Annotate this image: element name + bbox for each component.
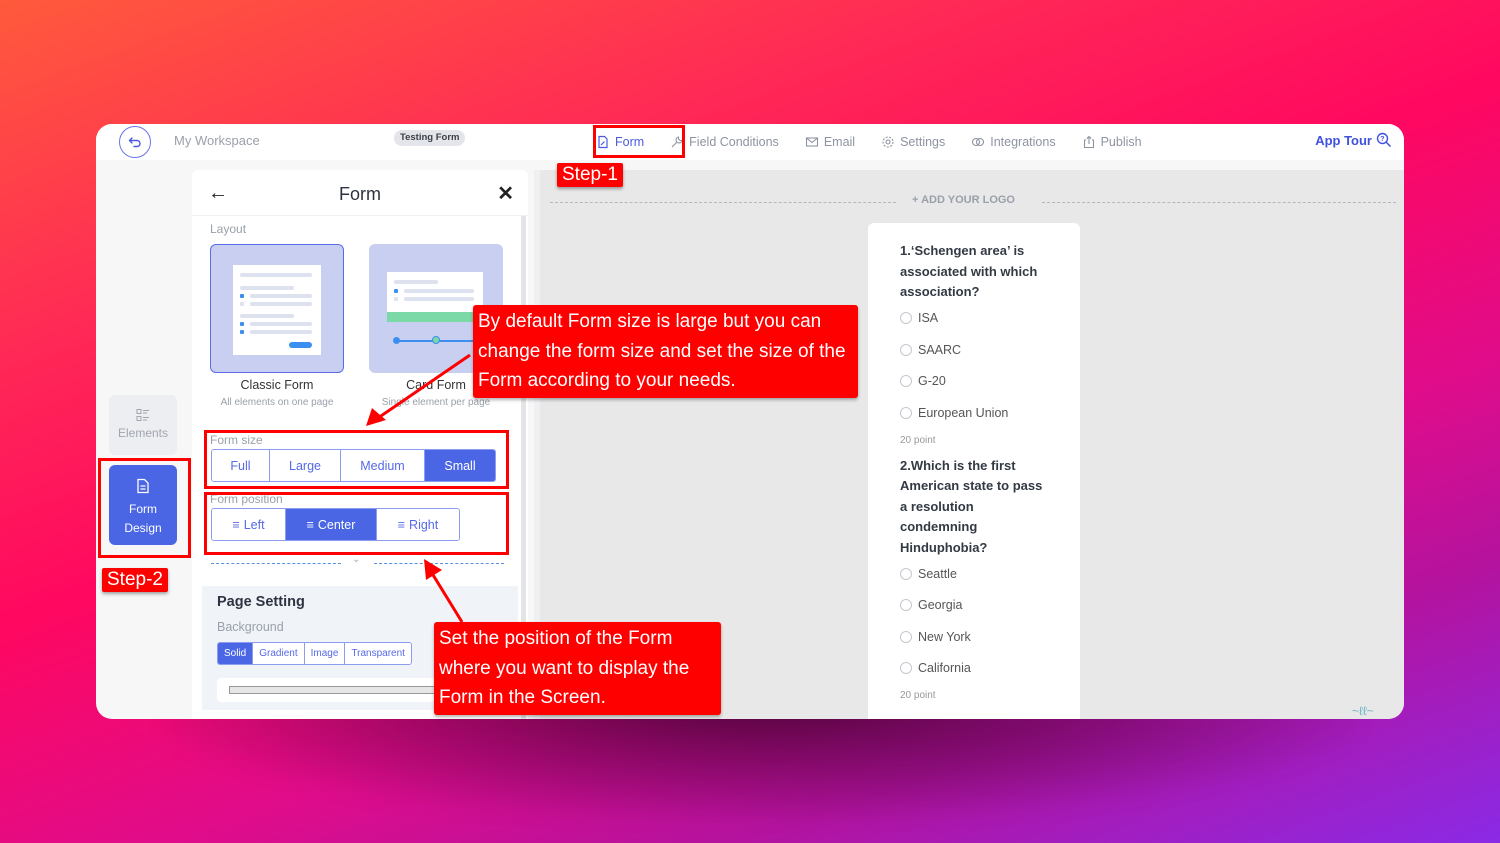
background-solid[interactable]: Solid [218, 643, 254, 664]
option-item[interactable]: ISA [900, 303, 1080, 335]
radio-icon[interactable] [900, 630, 912, 643]
background-color-swatch[interactable] [229, 686, 469, 694]
form-size-highlight-box [204, 430, 509, 489]
app-tour-label: App Tour [1315, 132, 1372, 148]
option-item[interactable]: Seattle [900, 558, 1080, 590]
background-gradient[interactable]: Gradient [253, 643, 305, 664]
option-label: European Union [918, 405, 1009, 420]
app-tour-button[interactable]: App Tour ? [1315, 132, 1392, 148]
nav-integrations[interactable]: Integrations [971, 135, 1056, 149]
option-item[interactable]: California [900, 653, 1080, 685]
step2-label: Step-2 [102, 568, 168, 592]
option-item[interactable]: New York [900, 621, 1080, 653]
nav-email[interactable]: Email [805, 135, 855, 149]
layout-desc-card: Single element per page [381, 397, 491, 408]
radio-icon[interactable] [900, 406, 912, 419]
step1-label: Step-1 [557, 163, 623, 187]
option-item[interactable]: Georgia [900, 590, 1080, 622]
logo-divider-right [1042, 202, 1396, 203]
form-position-highlight-box [204, 492, 509, 555]
option-item[interactable]: European Union [900, 397, 1080, 429]
background-label: Background [217, 620, 284, 634]
form-position-callout: Set the position of the Form where you w… [434, 622, 721, 715]
panel-title: Form [339, 184, 381, 204]
question-points: 20 point [900, 690, 936, 701]
option-label: G-20 [918, 374, 946, 389]
expand-chevron-icon[interactable]: ⌄ [352, 554, 360, 565]
layout-desc-classic: All elements on one page [220, 397, 334, 408]
option-label: California [918, 661, 971, 676]
layout-option-classic[interactable] [210, 244, 344, 373]
breadcrumb-workspace[interactable]: My Workspace [174, 133, 260, 148]
back-button[interactable] [119, 126, 151, 158]
logo-divider-left [550, 202, 896, 203]
radio-icon[interactable] [900, 567, 912, 580]
link-rings-icon [972, 137, 985, 147]
form-preview-card: 1.‘Schengen area’ is associated with whi… [868, 223, 1080, 719]
layout-name-classic: Classic Form [240, 378, 314, 392]
svg-text:?: ? [1380, 136, 1384, 143]
page-setting-title: Page Setting [217, 594, 305, 610]
radio-icon[interactable] [900, 375, 912, 388]
question-1: 1.‘Schengen area’ is associated with whi… [900, 241, 1080, 446]
nav-field-conditions[interactable]: Field Conditions [670, 135, 779, 149]
rail-elements-tab[interactable]: Elements [109, 395, 177, 455]
share-up-icon [1083, 135, 1094, 149]
nav-publish-label: Publish [1100, 135, 1142, 149]
background-image[interactable]: Image [304, 643, 346, 664]
nav-publish[interactable]: Publish [1082, 135, 1142, 149]
nav-field-conditions-label: Field Conditions [689, 135, 779, 149]
option-label: Seattle [918, 566, 957, 581]
nav-integrations-label: Integrations [990, 135, 1056, 149]
option-label: Georgia [918, 598, 963, 613]
layout-label: Layout [210, 222, 247, 236]
nav-email-label: Email [823, 135, 856, 149]
background-transparent[interactable]: Transparent [345, 643, 411, 664]
envelope-icon [805, 137, 818, 147]
question-2: 2.Which is the first American state to p… [900, 456, 1080, 701]
nav-settings[interactable]: Settings [881, 135, 945, 149]
card-form-illustration [387, 272, 483, 322]
question-title: 1.‘Schengen area’ is associated with whi… [900, 243, 1038, 299]
step1-highlight-box [593, 125, 685, 158]
option-label: SAARC [918, 342, 962, 357]
nav-settings-label: Settings [900, 135, 946, 149]
option-label: ISA [918, 311, 939, 326]
app-window: My Workspace Testing Form Form Field Con… [96, 124, 1404, 719]
classic-form-illustration [233, 265, 321, 355]
background-type-selector: Solid Gradient Image Transparent [217, 642, 412, 665]
rail-elements-label: Elements [117, 426, 169, 440]
question-points: 20 point [900, 434, 936, 446]
option-item[interactable]: SAARC [900, 334, 1080, 366]
question-title: 2.Which is the first American state to p… [900, 457, 1043, 555]
divider-left [211, 563, 341, 564]
form-title-badge[interactable]: Testing Form [394, 130, 466, 146]
option-label: New York [918, 629, 971, 644]
option-item[interactable]: G-20 [900, 366, 1080, 398]
undo-arrow-icon [128, 137, 141, 148]
form-size-callout: By default Form size is large but you ca… [473, 305, 858, 398]
gear-icon [882, 136, 894, 148]
radio-icon[interactable] [900, 343, 912, 356]
step2-highlight-box [98, 458, 191, 558]
search-help-icon: ? [1376, 132, 1392, 148]
radio-icon[interactable] [900, 599, 912, 612]
divider-right [374, 563, 504, 564]
add-logo-button[interactable]: + ADD YOUR LOGO [912, 194, 1015, 206]
panel-header: ← Form ✕ [192, 170, 528, 216]
radio-icon[interactable] [900, 312, 912, 325]
list-icon [136, 409, 149, 421]
panel-close-icon[interactable]: ✕ [497, 181, 514, 206]
top-bar: My Workspace Testing Form Form Field Con… [96, 124, 1404, 160]
radio-icon[interactable] [900, 662, 912, 675]
decorative-scribble-icon: ~ℓℓ~ [1352, 704, 1374, 718]
